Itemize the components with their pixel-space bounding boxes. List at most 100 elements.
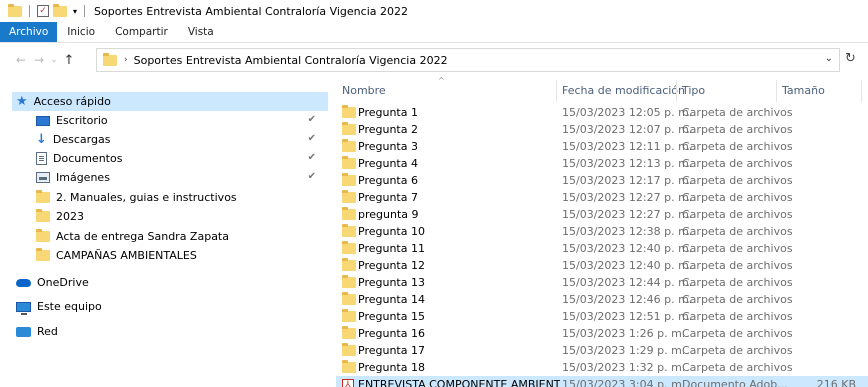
sidebar-item-acceso-rapido[interactable]: ★ Acceso rápido — [12, 92, 328, 111]
file-row[interactable]: Pregunta 13 15/03/2023 12:44 p. m. Carpeta… — [336, 274, 868, 291]
sidebar-item-imagenes[interactable]: Imágenes ✔ — [36, 168, 326, 187]
file-row[interactable]: Pregunta 2 15/03/2023 12:07 p. m. Carpeta … — [336, 121, 868, 138]
file-row[interactable]: Pregunta 11 15/03/2023 12:40 p. m. Carpeta… — [336, 240, 868, 257]
file-date-modified: 15/03/2023 12:40 p. m. — [562, 259, 693, 272]
file-date-modified: 15/03/2023 1:29 p. m. — [562, 344, 686, 357]
file-name: Pregunta 4 — [358, 157, 418, 170]
sidebar-item-onedrive[interactable]: OneDrive — [16, 273, 326, 292]
pin-icon[interactable]: ✔ — [308, 152, 316, 163]
tab-inicio[interactable]: Inicio — [57, 22, 105, 42]
window-title: Soportes Entrevista Ambiental Contralorí… — [94, 4, 408, 18]
file-row[interactable]: Pregunta 18 15/03/2023 1:32 p. m. Carpeta … — [336, 359, 868, 376]
cloud-icon — [16, 278, 31, 287]
sidebar-item-escritorio[interactable]: Escritorio ✔ — [36, 111, 326, 130]
properties-icon[interactable]: ✓ — [37, 5, 49, 17]
forward-arrow-icon[interactable]: → — [30, 53, 48, 67]
refresh-icon[interactable]: ↻ — [845, 51, 856, 66]
sidebar-item-label: Red — [37, 325, 58, 338]
file-row[interactable]: Pregunta 12 15/03/2023 12:40 p. m. Carpeta… — [336, 257, 868, 274]
sidebar-item-manuales[interactable]: 2. Manuales, guias e instructivos — [36, 188, 326, 207]
address-dropdown-icon[interactable]: ⌄ — [825, 53, 833, 64]
file-date-modified: 15/03/2023 12:11 p. m. — [562, 140, 693, 153]
file-name: Pregunta 17 — [358, 344, 425, 357]
column-divider[interactable] — [861, 80, 862, 102]
file-name: Pregunta 6 — [358, 174, 418, 187]
file-row[interactable]: Pregunta 7 15/03/2023 12:27 p. m. Carpeta … — [336, 189, 868, 206]
column-header-name[interactable]: Nombre — [342, 84, 386, 97]
breadcrumb-separator-icon[interactable]: › — [124, 55, 128, 65]
file-type: Carpeta de archivos — [682, 242, 793, 255]
customize-toolbar-icon[interactable]: ▾ — [73, 7, 77, 16]
file-date-modified: 15/03/2023 12:27 p. m. — [562, 191, 693, 204]
tab-archivo[interactable]: Archivo — [0, 22, 58, 42]
file-name: Pregunta 13 — [358, 276, 425, 289]
file-type: Carpeta de archivos — [682, 225, 793, 238]
sidebar-item-label: Imágenes — [56, 171, 110, 184]
file-row[interactable]: Pregunta 10 15/03/2023 12:38 p. m. Carpeta… — [336, 223, 868, 240]
file-row[interactable]: Pregunta 15 15/03/2023 12:51 p. m. Carpeta… — [336, 308, 868, 325]
tab-vista[interactable]: Vista — [178, 22, 224, 42]
file-row[interactable]: Pregunta 16 15/03/2023 1:26 p. m. Carpeta … — [336, 325, 868, 342]
file-type: Carpeta de archivos — [682, 310, 793, 323]
file-name: pregunta 9 — [358, 208, 419, 221]
file-row[interactable]: pregunta 9 15/03/2023 12:27 p. m. Carpeta … — [336, 206, 868, 223]
title-bar: ✓ ▾ Soportes Entrevista Ambiental Contra… — [0, 0, 868, 22]
file-type: Carpeta de archivos — [682, 259, 793, 272]
file-date-modified: 15/03/2023 12:46 p. m. — [562, 293, 693, 306]
file-type: Carpeta de archivos — [682, 208, 793, 221]
file-date-modified: 15/03/2023 3:04 p. m. — [562, 378, 686, 387]
column-divider[interactable] — [776, 80, 777, 102]
folder-icon — [342, 190, 356, 203]
sidebar-item-este-equipo[interactable]: Este equipo — [16, 297, 326, 316]
file-type: Carpeta de archivos — [682, 140, 793, 153]
tab-compartir[interactable]: Compartir — [105, 22, 178, 42]
back-arrow-icon[interactable]: ← — [12, 53, 30, 67]
file-date-modified: 15/03/2023 12:07 p. m. — [562, 123, 693, 136]
file-name: Pregunta 10 — [358, 225, 425, 238]
new-folder-icon[interactable] — [53, 3, 67, 17]
column-divider[interactable] — [676, 80, 677, 102]
column-header-type[interactable]: Tipo — [682, 84, 705, 97]
sidebar-item-2023[interactable]: 2023 — [36, 207, 326, 226]
file-row[interactable]: Pregunta 3 15/03/2023 12:11 p. m. Carpeta … — [336, 138, 868, 155]
file-name: Pregunta 3 — [358, 140, 418, 153]
sidebar-item-red[interactable]: Red — [16, 322, 326, 341]
file-row[interactable]: Pregunta 6 15/03/2023 12:17 p. m. Carpeta … — [336, 172, 868, 189]
pin-icon[interactable]: ✔ — [308, 133, 316, 144]
file-name: Pregunta 2 — [358, 123, 418, 136]
file-date-modified: 15/03/2023 12:17 p. m. — [562, 174, 693, 187]
pin-icon[interactable]: ✔ — [308, 171, 316, 182]
column-divider[interactable] — [556, 80, 557, 102]
file-name: Pregunta 16 — [358, 327, 425, 340]
file-type: Carpeta de archivos — [682, 327, 793, 340]
file-row[interactable]: Pregunta 17 15/03/2023 1:29 p. m. Carpeta … — [336, 342, 868, 359]
sidebar-item-campanas-ambientales[interactable]: CAMPAÑAS AMBIENTALES — [36, 246, 326, 265]
column-header-size[interactable]: Tamaño — [782, 84, 825, 97]
address-bar[interactable]: › Soportes Entrevista Ambiental Contralo… — [96, 48, 840, 72]
folder-icon — [342, 105, 356, 118]
address-path[interactable]: Soportes Entrevista Ambiental Contralorí… — [134, 54, 448, 67]
documents-icon — [36, 152, 47, 165]
file-row[interactable]: Pregunta 1 15/03/2023 12:05 p. m. Carpeta … — [336, 104, 868, 121]
up-arrow-icon[interactable]: ↑ — [60, 53, 78, 68]
recent-locations-chevron-icon[interactable]: ⌄ — [48, 55, 60, 65]
file-date-modified: 15/03/2023 1:26 p. m. — [562, 327, 686, 340]
file-row[interactable]: ENTREVISTA COMPONENTE AMBIENTAL ...15/03… — [336, 376, 868, 387]
column-header-date[interactable]: Fecha de modificación — [562, 84, 685, 97]
file-type: Carpeta de archivos — [682, 344, 793, 357]
folder-icon — [36, 209, 50, 222]
file-name: Pregunta 15 — [358, 310, 425, 323]
file-date-modified: 15/03/2023 12:40 p. m. — [562, 242, 693, 255]
folder-icon — [342, 241, 356, 254]
file-row[interactable]: Pregunta 4 15/03/2023 12:13 p. m. Carpeta … — [336, 155, 868, 172]
sidebar-item-documentos[interactable]: Documentos ✔ — [36, 149, 326, 168]
sidebar-item-descargas[interactable]: ↓ Descargas ✔ — [36, 130, 326, 149]
folder-icon — [342, 207, 356, 220]
pin-icon[interactable]: ✔ — [308, 114, 316, 125]
sidebar-item-acta-de-entrega[interactable]: Acta de entrega Sandra Zapata — [36, 227, 326, 246]
folder-icon — [36, 190, 50, 203]
file-row[interactable]: Pregunta 14 15/03/2023 12:46 p. m. Carpeta… — [336, 291, 868, 308]
folder-icon — [103, 52, 117, 66]
folder-icon — [342, 224, 356, 237]
sidebar-item-label: Acta de entrega Sandra Zapata — [56, 230, 229, 243]
